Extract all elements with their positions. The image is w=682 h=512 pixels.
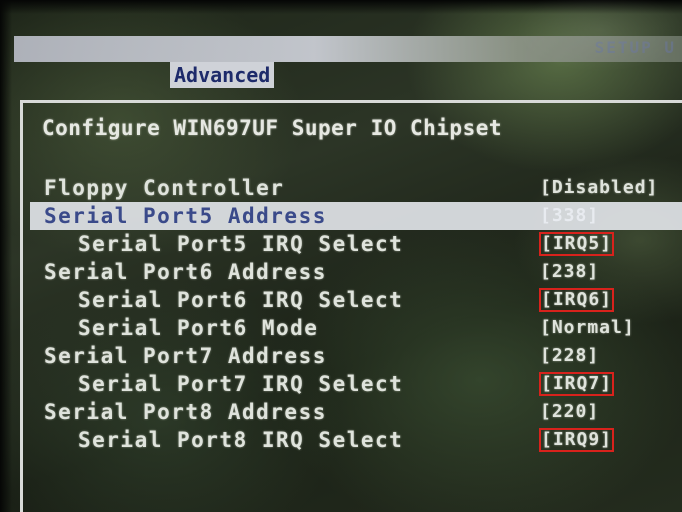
section-title: Configure WIN697UF Super IO Chipset [42, 116, 503, 140]
setting-label: Serial Port5 Address [44, 204, 327, 228]
monitor-bezel-left [0, 0, 12, 512]
setting-value[interactable]: [IRQ9] [538, 428, 615, 452]
setting-row-serial-port7-address[interactable]: Serial Port7 Address [228] [30, 342, 682, 370]
setting-label: Serial Port8 Address [44, 400, 327, 424]
setting-label: Serial Port8 IRQ Select [78, 428, 404, 452]
setting-row-serial-port5-address[interactable]: Serial Port5 Address [338] [30, 202, 682, 230]
bios-screen: SETUP U Advanced Configure WIN697UF Supe… [0, 0, 682, 512]
setting-row-serial-port7-irq-select[interactable]: Serial Port7 IRQ Select [IRQ7] [30, 370, 682, 398]
setting-value[interactable]: [220] [540, 398, 599, 426]
setting-row-serial-port5-irq-select[interactable]: Serial Port5 IRQ Select [IRQ5] [30, 230, 682, 258]
setting-value[interactable]: [Disabled] [540, 174, 658, 202]
setting-value[interactable]: [338] [540, 202, 599, 230]
bios-setup-title: SETUP U [594, 38, 676, 57]
setting-row-serial-port6-irq-select[interactable]: Serial Port6 IRQ Select [IRQ6] [30, 286, 682, 314]
setting-label: Serial Port6 IRQ Select [78, 288, 404, 312]
setting-value[interactable]: [IRQ5] [538, 232, 615, 256]
setting-row-floppy-controller[interactable]: Floppy Controller [Disabled] [30, 174, 682, 202]
setting-label: Serial Port6 Mode [78, 316, 319, 340]
setting-value[interactable]: [Normal] [540, 314, 635, 342]
setting-label: Serial Port6 Address [44, 260, 327, 284]
setting-row-serial-port8-irq-select[interactable]: Serial Port8 IRQ Select [IRQ9] [30, 426, 682, 454]
setting-label: Serial Port5 IRQ Select [78, 232, 404, 256]
setting-label: Serial Port7 IRQ Select [78, 372, 404, 396]
tab-advanced[interactable]: Advanced [170, 62, 275, 88]
setting-row-serial-port6-mode[interactable]: Serial Port6 Mode [Normal] [30, 314, 682, 342]
setting-row-serial-port8-address[interactable]: Serial Port8 Address [220] [30, 398, 682, 426]
monitor-bezel-top [0, 0, 682, 14]
bios-header-bar: SETUP U [14, 36, 682, 62]
setting-value[interactable]: [IRQ7] [538, 372, 615, 396]
setting-row-serial-port6-address[interactable]: Serial Port6 Address [238] [30, 258, 682, 286]
setting-label: Floppy Controller [44, 176, 285, 200]
setting-value[interactable]: [238] [540, 258, 599, 286]
setting-value[interactable]: [IRQ6] [538, 288, 615, 312]
setting-value[interactable]: [228] [540, 342, 599, 370]
setting-label: Serial Port7 Address [44, 344, 327, 368]
